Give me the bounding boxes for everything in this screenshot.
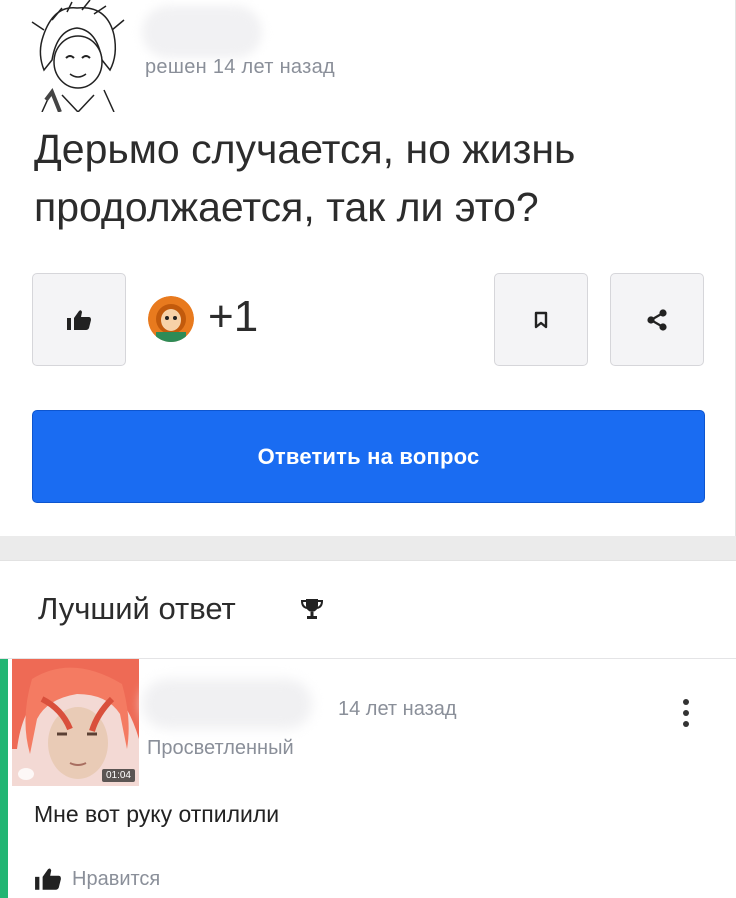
like-count: +1	[208, 292, 259, 341]
bookmark-icon	[534, 311, 548, 328]
bookmark-button[interactable]	[494, 273, 588, 366]
answer-like-label: Нравится	[72, 867, 161, 890]
question-title: Дерьмо случается, но жизнь продолжается,…	[34, 126, 576, 230]
thumbs-up-icon	[67, 309, 91, 330]
liker-avatar[interactable]	[148, 296, 194, 342]
best-answer-card: Лучший ответ 01:04 14 лет назад Просветл…	[0, 560, 736, 898]
best-answer-heading: Лучший ответ	[38, 591, 236, 626]
more-options-icon[interactable]	[674, 695, 698, 731]
answer-text: Мне вот руку отпилили	[34, 801, 280, 827]
answer-author-rank: Просветленный	[147, 737, 294, 759]
answer-question-button[interactable]: Ответить на вопрос	[32, 410, 705, 503]
share-button[interactable]	[610, 273, 704, 366]
author-avatar[interactable]	[22, 0, 132, 112]
answer-like-button[interactable]: Нравится	[34, 867, 160, 891]
answer-author-avatar[interactable]: 01:04	[12, 659, 139, 786]
share-icon	[647, 308, 667, 331]
like-button[interactable]	[32, 273, 126, 366]
question-meta: решен 14 лет назад	[145, 56, 335, 78]
best-answer-accent	[0, 659, 8, 898]
trophy-icon	[300, 599, 324, 619]
author-name-blurred	[142, 6, 262, 58]
avatar-time-badge: 01:04	[101, 769, 135, 782]
thumbs-up-icon	[35, 868, 61, 890]
answer-author-name-blurred	[142, 679, 312, 729]
answer-time: 14 лет назад	[338, 698, 457, 720]
question-card: решен 14 лет назад Дерьмо случается, но …	[0, 0, 736, 536]
